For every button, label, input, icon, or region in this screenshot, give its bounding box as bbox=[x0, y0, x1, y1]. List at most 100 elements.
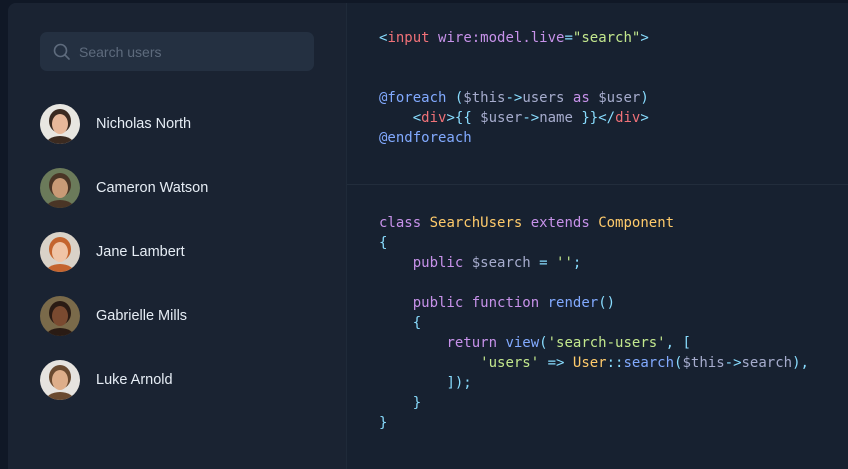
code-line: } bbox=[379, 413, 809, 433]
code-line: 'users' => User::search($this->search), bbox=[379, 353, 809, 373]
code-token: input bbox=[387, 30, 430, 46]
code-line: <div>{{ $user->name }}</div> bbox=[379, 108, 649, 128]
code-token: div bbox=[615, 110, 641, 126]
code-token: -> bbox=[522, 110, 540, 126]
search-icon bbox=[53, 43, 70, 60]
avatar bbox=[40, 104, 80, 144]
user-list-item[interactable]: Luke Arnold bbox=[40, 360, 173, 400]
code-token: $search bbox=[471, 255, 531, 271]
code-token: > bbox=[446, 110, 455, 126]
code-token: ; bbox=[572, 255, 582, 271]
code-token: { bbox=[412, 315, 422, 331]
code-token: }} bbox=[572, 110, 599, 126]
user-name: Cameron Watson bbox=[96, 180, 209, 196]
user-name: Nicholas North bbox=[96, 116, 192, 132]
avatar bbox=[40, 360, 80, 400]
search-box[interactable] bbox=[40, 32, 314, 71]
code-token: User bbox=[572, 355, 607, 371]
code-token: </ bbox=[598, 110, 616, 126]
code-token: => bbox=[539, 355, 573, 371]
code-token: Component bbox=[598, 215, 675, 231]
code-line: public $search = ''; bbox=[379, 253, 809, 273]
user-name: Jane Lambert bbox=[96, 244, 185, 260]
code-token: $user bbox=[598, 90, 641, 106]
code-token: name bbox=[539, 110, 573, 126]
code-token: = bbox=[530, 255, 557, 271]
code-line: { bbox=[379, 233, 809, 253]
code-token: = bbox=[564, 30, 573, 46]
code-token: as bbox=[572, 90, 590, 106]
code-token: extends bbox=[530, 215, 590, 231]
user-name: Gabrielle Mills bbox=[96, 308, 188, 324]
code-token: {{ bbox=[454, 110, 472, 126]
avatar bbox=[40, 296, 80, 336]
search-input[interactable] bbox=[79, 32, 304, 71]
user-list-item[interactable]: Gabrielle Mills bbox=[40, 296, 187, 336]
code-token: < bbox=[412, 110, 422, 126]
code-token: { bbox=[379, 235, 388, 251]
code-token: render bbox=[547, 295, 599, 311]
code-divider bbox=[347, 184, 848, 185]
code-token: } bbox=[412, 395, 422, 411]
avatar bbox=[40, 168, 80, 208]
code-token: () bbox=[598, 295, 616, 311]
code-line: { bbox=[379, 313, 809, 333]
code-token: users bbox=[522, 90, 565, 106]
code-token: search bbox=[623, 355, 675, 371]
code-token: ), bbox=[792, 355, 809, 371]
code-token: public bbox=[412, 255, 464, 271]
code-token: function bbox=[471, 295, 540, 311]
code-line: return view('search-users', [ bbox=[379, 333, 809, 353]
user-list-item[interactable]: Nicholas North bbox=[40, 104, 191, 144]
code-line: @foreach ($this->users as $user) bbox=[379, 88, 649, 108]
code-token: class bbox=[379, 215, 422, 231]
code-token: view bbox=[505, 335, 540, 351]
code-token: return bbox=[446, 335, 498, 351]
code-token: div bbox=[421, 110, 447, 126]
code-token: 'users' bbox=[480, 355, 540, 371]
user-list-item[interactable]: Cameron Watson bbox=[40, 168, 208, 208]
component-class-code: class SearchUsers extends Component { pub… bbox=[379, 213, 809, 433]
user-name: Luke Arnold bbox=[96, 372, 173, 388]
code-token: ( bbox=[446, 90, 464, 106]
user-sidebar: Nicholas North Cameron Watson Jane Lambert… bbox=[8, 3, 347, 469]
code-token: 'search-users' bbox=[547, 335, 666, 351]
blade-template-code: <input wire:model.live="search"> @foreac… bbox=[379, 28, 649, 148]
code-token: '' bbox=[556, 255, 573, 271]
code-line: ]); bbox=[379, 373, 809, 393]
code-token: ( bbox=[539, 335, 548, 351]
code-token: @endforeach bbox=[379, 130, 472, 146]
user-list-item[interactable]: Jane Lambert bbox=[40, 232, 185, 272]
code-token: > bbox=[640, 30, 649, 46]
code-token: :: bbox=[606, 355, 624, 371]
code-token: $this bbox=[682, 355, 725, 371]
code-token: $user bbox=[471, 110, 523, 126]
code-line: } bbox=[379, 393, 809, 413]
code-token: > bbox=[640, 110, 649, 126]
avatar bbox=[40, 232, 80, 272]
code-token: -> bbox=[505, 90, 523, 106]
code-line: @endforeach bbox=[379, 128, 649, 148]
code-token: ) bbox=[640, 90, 649, 106]
code-token: search bbox=[741, 355, 793, 371]
code-token: -> bbox=[724, 355, 742, 371]
code-token: "search" bbox=[572, 30, 641, 46]
